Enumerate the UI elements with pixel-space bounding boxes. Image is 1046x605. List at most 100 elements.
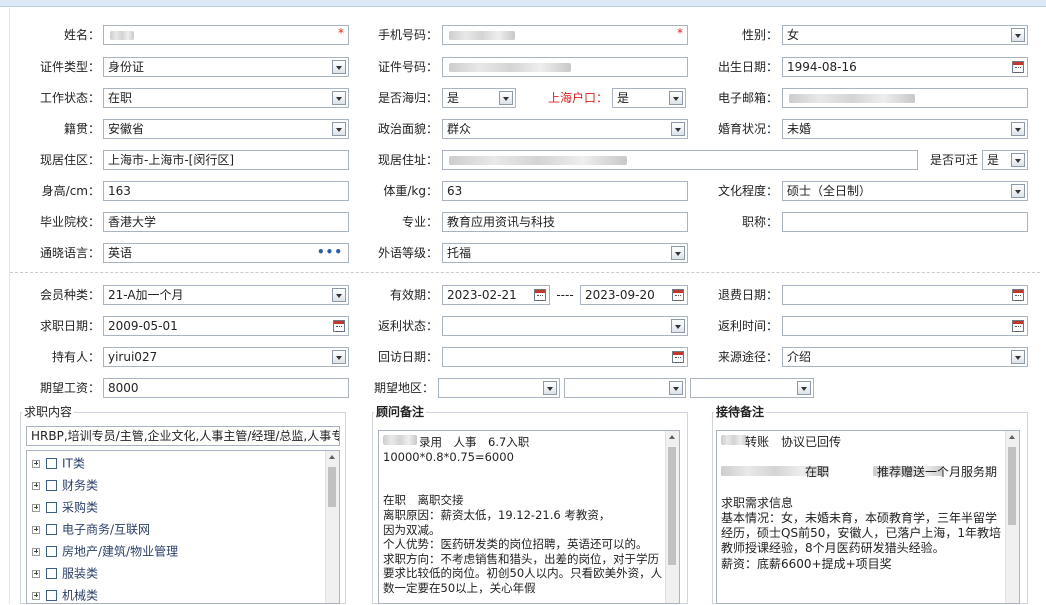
- marital-select[interactable]: 未婚: [782, 119, 1028, 139]
- chevron-down-icon[interactable]: [669, 381, 683, 395]
- chevron-down-icon[interactable]: [332, 60, 346, 74]
- job-date-field[interactable]: 2009-05-01: [103, 316, 349, 336]
- scroll-up-icon[interactable]: [329, 455, 335, 459]
- shanghai-hukou-select[interactable]: 是: [612, 88, 686, 108]
- scroll-thumb[interactable]: [1008, 447, 1016, 525]
- region-province-select[interactable]: [438, 378, 560, 398]
- name-field[interactable]: *: [103, 25, 349, 45]
- chevron-down-icon[interactable]: [499, 91, 513, 105]
- valid-start-field[interactable]: 2023-02-21: [442, 285, 550, 305]
- chevron-down-icon[interactable]: [1011, 153, 1025, 167]
- chevron-down-icon[interactable]: [332, 122, 346, 136]
- calendar-icon[interactable]: [1012, 289, 1024, 301]
- tree-item[interactable]: 电子商务/互联网: [32, 520, 150, 538]
- chevron-down-icon[interactable]: [1011, 122, 1025, 136]
- checkbox[interactable]: [46, 524, 57, 535]
- chevron-down-icon[interactable]: [671, 246, 685, 260]
- chevron-down-icon[interactable]: [1011, 350, 1025, 364]
- chevron-down-icon[interactable]: [1011, 28, 1025, 42]
- calendar-icon[interactable]: [1012, 61, 1024, 73]
- weight-field[interactable]: 63: [442, 181, 688, 201]
- returnee-select[interactable]: 是: [442, 88, 516, 108]
- residence-field[interactable]: 上海市-上海市-[闵行区]: [103, 150, 349, 170]
- tree-item[interactable]: IT类: [32, 454, 85, 472]
- transferable-select[interactable]: 是: [982, 150, 1028, 170]
- email-field[interactable]: [782, 88, 1028, 108]
- height-field[interactable]: 163: [103, 181, 349, 201]
- expand-icon[interactable]: [32, 481, 40, 490]
- region-district-select[interactable]: [690, 378, 814, 398]
- reception-note-scrollbar[interactable]: [1005, 431, 1019, 603]
- consultant-note-scrollbar[interactable]: [665, 431, 679, 603]
- school-field[interactable]: 香港大学: [103, 212, 349, 232]
- holder-select[interactable]: yirui027: [103, 347, 349, 367]
- chevron-down-icon[interactable]: [671, 122, 685, 136]
- phone-field[interactable]: *: [442, 25, 688, 45]
- calendar-icon[interactable]: [534, 289, 546, 301]
- expand-icon[interactable]: [32, 591, 40, 600]
- education-select[interactable]: 硕士（全日制）: [782, 181, 1028, 201]
- scroll-thumb[interactable]: [668, 447, 676, 565]
- chevron-down-icon[interactable]: [797, 381, 811, 395]
- source-select[interactable]: 介绍: [782, 347, 1028, 367]
- visit-date-field[interactable]: [442, 347, 688, 367]
- chevron-down-icon[interactable]: [332, 91, 346, 105]
- political-select[interactable]: 群众: [442, 119, 688, 139]
- expand-icon[interactable]: [32, 459, 40, 468]
- checkbox[interactable]: [46, 458, 57, 469]
- reception-note-textarea[interactable]: 转账 协议已回传 在职 推荐赠送一个月服务期 求职需求信息 基本情况：女，未婚未…: [716, 430, 1020, 604]
- id-number-field[interactable]: [442, 57, 688, 77]
- member-type-select[interactable]: 21-A加一个月: [103, 285, 349, 305]
- checkbox[interactable]: [46, 568, 57, 579]
- tree-item[interactable]: 采购类: [32, 498, 98, 516]
- refund-date-field[interactable]: [782, 285, 1028, 305]
- calendar-icon[interactable]: [672, 289, 684, 301]
- language-field[interactable]: 英语 •••: [103, 243, 349, 263]
- checkbox[interactable]: [46, 546, 57, 557]
- title-field[interactable]: [782, 212, 1028, 232]
- political-value: 群众: [447, 122, 472, 136]
- job-content-summary[interactable]: HRBP,培训专员/主管,企业文化,人事主管/经理/总监,人事专: [26, 426, 340, 446]
- address-field[interactable]: [442, 150, 918, 170]
- work-status-select[interactable]: 在职: [103, 88, 349, 108]
- region-city-select[interactable]: [564, 378, 686, 398]
- calendar-icon[interactable]: [1012, 320, 1024, 332]
- redacted-address: [449, 156, 627, 165]
- birth-date-field[interactable]: 1994-08-16: [782, 57, 1028, 77]
- salary-field[interactable]: 8000: [103, 378, 349, 398]
- chevron-down-icon[interactable]: [332, 350, 346, 364]
- tree-item[interactable]: 财务类: [32, 476, 98, 494]
- scroll-thumb[interactable]: [328, 467, 336, 507]
- calendar-icon[interactable]: [333, 320, 345, 332]
- tree-item[interactable]: 机械类: [32, 586, 98, 604]
- tree-item[interactable]: 服装类: [32, 564, 98, 582]
- expand-icon[interactable]: [32, 547, 40, 556]
- scroll-up-icon[interactable]: [669, 435, 675, 439]
- chevron-down-icon[interactable]: [1011, 184, 1025, 198]
- calendar-icon[interactable]: [672, 351, 684, 363]
- rebate-status-select[interactable]: [442, 316, 688, 336]
- valid-end-field[interactable]: 2023-09-20: [580, 285, 688, 305]
- checkbox[interactable]: [46, 502, 57, 513]
- checkbox[interactable]: [46, 480, 57, 491]
- checkbox[interactable]: [46, 590, 57, 601]
- expand-icon[interactable]: [32, 525, 40, 534]
- expand-icon[interactable]: [32, 503, 40, 512]
- job-category-tree[interactable]: IT类 财务类 采购类 电子商务/互联网 房地产/建筑/物业管理 服装类 机械类: [26, 450, 340, 604]
- gender-select[interactable]: 女: [782, 25, 1028, 45]
- tree-item[interactable]: 房地产/建筑/物业管理: [32, 542, 178, 560]
- native-place-select[interactable]: 安徽省: [103, 119, 349, 139]
- major-field[interactable]: 教育应用资讯与科技: [442, 212, 688, 232]
- more-icon[interactable]: •••: [317, 244, 343, 260]
- chevron-down-icon[interactable]: [669, 91, 683, 105]
- scroll-up-icon[interactable]: [1009, 435, 1015, 439]
- consultant-note-textarea[interactable]: 录用 人事 6.7入职 10000*0.8*0.75=6000 在职 离职交接 …: [378, 430, 680, 604]
- chevron-down-icon[interactable]: [671, 319, 685, 333]
- language-level-select[interactable]: 托福: [442, 243, 688, 263]
- expand-icon[interactable]: [32, 569, 40, 578]
- chevron-down-icon[interactable]: [332, 288, 346, 302]
- id-type-select[interactable]: 身份证: [103, 57, 349, 77]
- rebate-time-field[interactable]: [782, 316, 1028, 336]
- tree-scrollbar[interactable]: [325, 451, 339, 603]
- chevron-down-icon[interactable]: [543, 381, 557, 395]
